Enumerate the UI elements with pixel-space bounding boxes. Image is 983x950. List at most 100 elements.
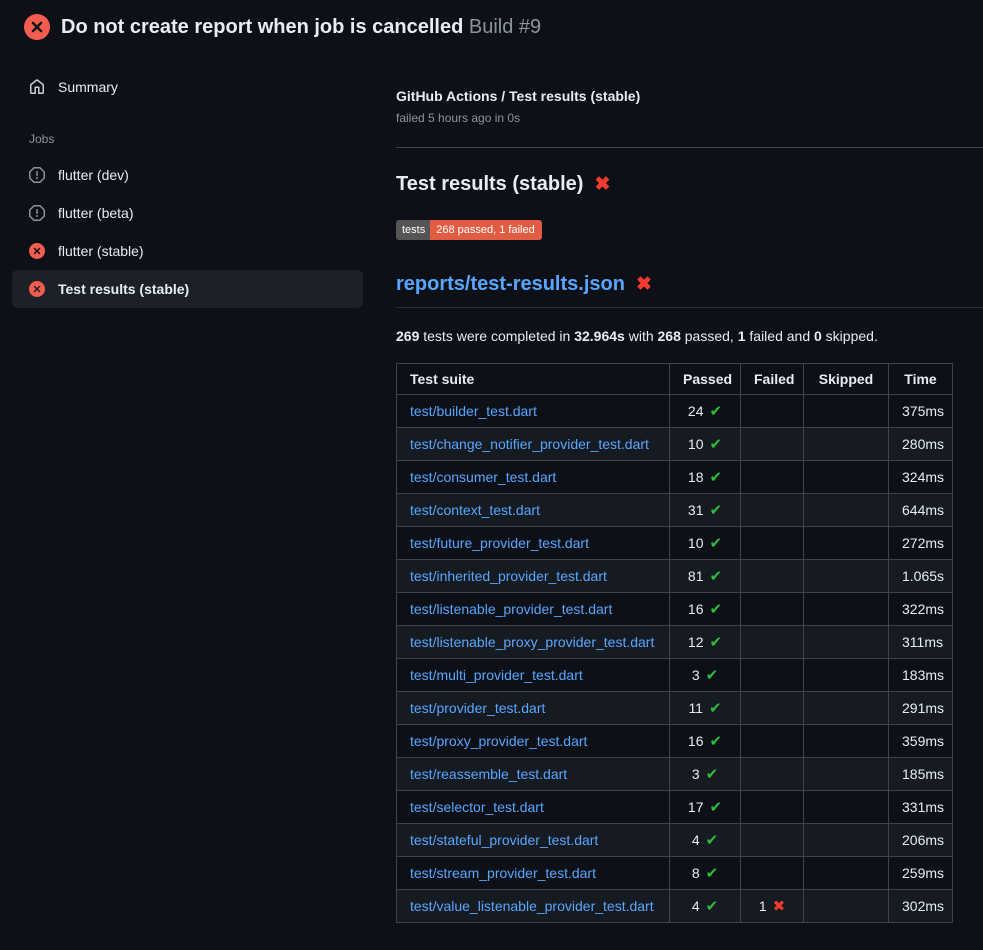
skipped-cell	[804, 890, 889, 923]
passed-cell: 10✔	[670, 428, 741, 461]
time-cell: 302ms	[889, 890, 953, 923]
time-cell: 644ms	[889, 494, 953, 527]
suite-link[interactable]: test/stateful_provider_test.dart	[410, 832, 598, 848]
skipped-cell	[804, 560, 889, 593]
failed-cell	[741, 791, 804, 824]
table-row: test/consumer_test.dart 18✔ 324ms	[397, 461, 953, 494]
suite-link[interactable]: test/consumer_test.dart	[410, 469, 556, 485]
suite-cell: test/future_provider_test.dart	[397, 527, 670, 560]
table-row: test/value_listenable_provider_test.dart…	[397, 890, 953, 923]
suite-link[interactable]: test/listenable_provider_test.dart	[410, 601, 612, 617]
breadcrumb: GitHub Actions / Test results (stable)	[396, 88, 983, 104]
passed-cell: 8✔	[670, 857, 741, 890]
skipped-cell	[804, 824, 889, 857]
suite-cell: test/change_notifier_provider_test.dart	[397, 428, 670, 461]
suite-link[interactable]: test/builder_test.dart	[410, 403, 537, 419]
check-icon: ✔	[710, 634, 723, 651]
suite-cell: test/multi_provider_test.dart	[397, 659, 670, 692]
time-cell: 183ms	[889, 659, 953, 692]
suite-cell: test/listenable_proxy_provider_test.dart	[397, 626, 670, 659]
sidebar-item-flutter-dev[interactable]: flutter (dev)	[12, 156, 363, 194]
failed-x-circle-icon	[24, 14, 50, 40]
table-row: test/context_test.dart 31✔ 644ms	[397, 494, 953, 527]
report-link[interactable]: reports/test-results.json	[396, 273, 625, 296]
passed-cell: 17✔	[670, 791, 741, 824]
x-circle-icon	[29, 281, 45, 297]
suite-link[interactable]: test/context_test.dart	[410, 502, 540, 518]
col-failed: Failed	[741, 364, 804, 395]
sidebar-item-flutter-stable[interactable]: flutter (stable)	[12, 232, 363, 270]
jobs-list: flutter (dev) flutter (beta) flutter (st…	[12, 156, 363, 308]
table-row: test/inherited_provider_test.dart 81✔ 1.…	[397, 560, 953, 593]
summary-label: Summary	[58, 79, 118, 95]
home-icon	[29, 79, 45, 95]
passed-cell: 4✔	[670, 890, 741, 923]
failed-cell	[741, 659, 804, 692]
passed-cell: 3✔	[670, 659, 741, 692]
suite-link[interactable]: test/multi_provider_test.dart	[410, 667, 583, 683]
check-icon: ✔	[710, 799, 723, 816]
check-icon: ✔	[706, 667, 719, 684]
stop-icon	[29, 205, 45, 221]
table-row: test/listenable_provider_test.dart 16✔ 3…	[397, 593, 953, 626]
table-row: test/builder_test.dart 24✔ 375ms	[397, 395, 953, 428]
suite-link[interactable]: test/change_notifier_provider_test.dart	[410, 436, 649, 452]
run-status-line: failed 5 hours ago in 0s	[396, 111, 983, 125]
skipped-cell	[804, 428, 889, 461]
suite-cell: test/value_listenable_provider_test.dart	[397, 890, 670, 923]
check-icon: ✔	[710, 733, 723, 750]
suite-link[interactable]: test/stream_provider_test.dart	[410, 865, 596, 881]
sidebar: Summary Jobs flutter (dev) flutter (beta…	[0, 52, 375, 308]
check-run-title: Test results (stable) ✖	[396, 173, 983, 196]
passed-cell: 16✔	[670, 725, 741, 758]
suite-link[interactable]: test/proxy_provider_test.dart	[410, 733, 587, 749]
check-icon: ✔	[710, 436, 723, 453]
x-icon: ✖	[773, 898, 786, 915]
failed-cell	[741, 626, 804, 659]
tests-badge[interactable]: tests 268 passed, 1 failed	[396, 220, 542, 240]
table-header-row: Test suite Passed Failed Skipped Time	[397, 364, 953, 395]
time-cell: 1.065s	[889, 560, 953, 593]
suite-link[interactable]: test/value_listenable_provider_test.dart	[410, 898, 654, 914]
check-icon: ✔	[710, 502, 723, 519]
time-cell: 375ms	[889, 395, 953, 428]
suite-cell: test/listenable_provider_test.dart	[397, 593, 670, 626]
suite-cell: test/provider_test.dart	[397, 692, 670, 725]
main-content: GitHub Actions / Test results (stable) f…	[375, 52, 983, 923]
skipped-cell	[804, 791, 889, 824]
time-cell: 206ms	[889, 824, 953, 857]
suite-cell: test/inherited_provider_test.dart	[397, 560, 670, 593]
failed-cell	[741, 395, 804, 428]
suite-link[interactable]: test/future_provider_test.dart	[410, 535, 589, 551]
sidebar-item-summary[interactable]: Summary	[12, 68, 363, 106]
time-cell: 311ms	[889, 626, 953, 659]
passed-cell: 10✔	[670, 527, 741, 560]
table-row: test/provider_test.dart 11✔ 291ms	[397, 692, 953, 725]
suite-cell: test/stream_provider_test.dart	[397, 857, 670, 890]
suite-link[interactable]: test/inherited_provider_test.dart	[410, 568, 607, 584]
table-row: test/stream_provider_test.dart 8✔ 259ms	[397, 857, 953, 890]
failed-cell	[741, 824, 804, 857]
failed-cell	[741, 725, 804, 758]
failed-cell	[741, 857, 804, 890]
suite-link[interactable]: test/provider_test.dart	[410, 700, 545, 716]
check-icon: ✔	[706, 865, 719, 882]
col-passed: Passed	[670, 364, 741, 395]
suite-link[interactable]: test/reassemble_test.dart	[410, 766, 567, 782]
total-count: 269	[396, 328, 419, 344]
stop-icon	[29, 167, 45, 183]
sidebar-item-flutter-beta[interactable]: flutter (beta)	[12, 194, 363, 232]
col-skipped: Skipped	[804, 364, 889, 395]
failed-cell	[741, 428, 804, 461]
suite-cell: test/context_test.dart	[397, 494, 670, 527]
suite-link[interactable]: test/listenable_proxy_provider_test.dart	[410, 634, 654, 650]
passed-cell: 81✔	[670, 560, 741, 593]
tests-badge-label: tests	[396, 220, 430, 240]
divider	[396, 147, 983, 148]
job-label: flutter (dev)	[58, 167, 129, 183]
passed-cell: 18✔	[670, 461, 741, 494]
check-icon: ✔	[710, 535, 723, 552]
suite-link[interactable]: test/selector_test.dart	[410, 799, 544, 815]
job-label: flutter (beta)	[58, 205, 133, 221]
sidebar-item-test-results-stable[interactable]: Test results (stable)	[12, 270, 363, 308]
